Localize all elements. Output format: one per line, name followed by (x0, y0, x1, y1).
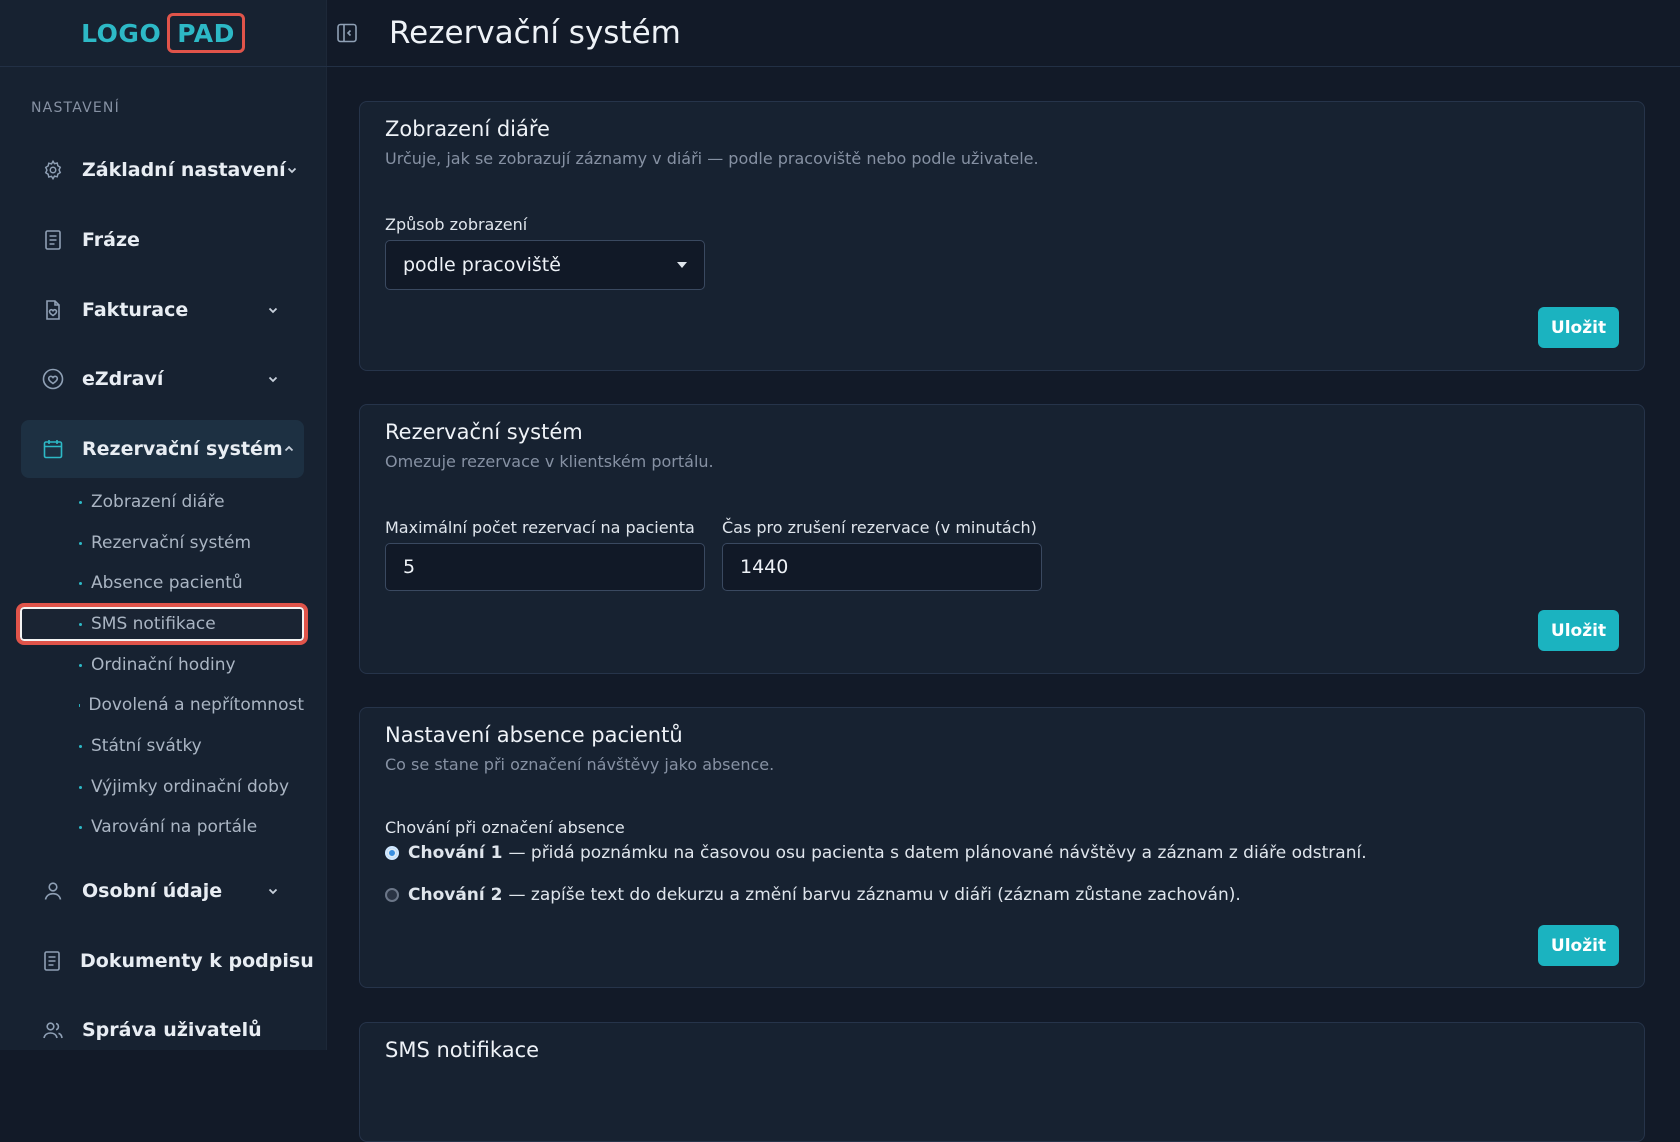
sidebar-subitem-diary-view[interactable]: Zobrazení diáře (21, 485, 304, 519)
bullet-dot (79, 582, 82, 585)
sidebar-item-reservation-system[interactable]: Rezervační systém (21, 420, 304, 478)
user-icon (42, 880, 64, 902)
diary-view-card: Zobrazení diáře Určuje, jak se zobrazují… (359, 101, 1645, 371)
sidebar-subitem-label: Absence pacientů (91, 573, 243, 593)
document-icon (42, 229, 64, 251)
bullet-dot (79, 826, 82, 829)
card-title: Rezervační systém (385, 420, 583, 444)
bullet-dot (79, 786, 82, 789)
sidebar-subitem-sms-notifications[interactable]: SMS notifikace (16, 603, 308, 645)
sidebar-item-invoicing[interactable]: Fakturace (21, 281, 304, 339)
sidebar-item-label: Správa uživatelů (82, 1019, 304, 1041)
radio-button[interactable] (385, 888, 399, 902)
sidebar-subitem-vacation[interactable]: Dovolená a nepřítomnost (21, 688, 304, 722)
sidebar-subitem-label: Státní svátky (91, 736, 202, 756)
option-description: — zapíše text do dekurzu a změní barvu z… (509, 885, 1241, 905)
sidebar-item-phrases[interactable]: Fráze (21, 211, 304, 269)
chevron-down-icon (286, 163, 298, 177)
sidebar-subitem-holidays[interactable]: Státní svátky (21, 729, 304, 763)
sidebar-item-documents-to-sign[interactable]: Dokumenty k podpisu (21, 932, 304, 990)
display-mode-select[interactable]: podle pracoviště (385, 240, 705, 290)
sidebar-item-ezdravi[interactable]: eZdraví (21, 350, 304, 408)
caret-down-icon (677, 262, 687, 268)
sidebar-item-label: Osobní údaje (82, 880, 266, 902)
logo-text-part1: LOGO (81, 19, 161, 48)
bullet-dot (79, 745, 82, 748)
save-button[interactable]: Uložit (1538, 925, 1619, 966)
sidebar: LOGO PAD NASTAVENÍ Základní nastavení Fr… (0, 0, 327, 1050)
sidebar-item-label: Fakturace (82, 299, 266, 321)
option-title: Chování 2 (408, 885, 503, 905)
chevron-down-icon (266, 303, 280, 317)
sidebar-subitem-label: Rezervační systém (91, 533, 251, 553)
chevron-down-icon (266, 884, 280, 898)
sidebar-subitem-label: Zobrazení diáře (91, 492, 225, 512)
max-reservations-input[interactable] (385, 543, 705, 591)
invoice-icon (42, 299, 64, 321)
sidebar-item-label: Dokumenty k podpisu (80, 950, 314, 972)
card-subtitle: Určuje, jak se zobrazují záznamy v diáři… (385, 149, 1039, 168)
sidebar-subitem-hours-exceptions[interactable]: Výjimky ordinační doby (21, 770, 304, 804)
sidebar-subitem-label: Ordinační hodiny (91, 655, 236, 675)
document-icon (42, 950, 62, 972)
sidebar-item-user-management[interactable]: Správa uživatelů (21, 1001, 304, 1059)
logo[interactable]: LOGO PAD (81, 13, 245, 53)
card-title: Nastavení absence pacientů (385, 723, 683, 747)
behavior-1-option[interactable]: Chování 1 — přidá poznámku na časovou os… (385, 843, 1367, 863)
behavior-2-option[interactable]: Chování 2 — zapíše text do dekurzu a změ… (385, 885, 1241, 905)
absence-behavior-label: Chování při označení absence (385, 818, 625, 837)
sidebar-item-label: Rezervační systém (82, 438, 283, 460)
cancel-time-input[interactable] (722, 543, 1042, 591)
sidebar-subitem-office-hours[interactable]: Ordinační hodiny (21, 648, 304, 682)
patient-absence-card: Nastavení absence pacientů Co se stane p… (359, 707, 1645, 988)
sidebar-item-label: Základní nastavení (82, 159, 286, 181)
bullet-dot (79, 501, 82, 504)
bullet-dot (79, 623, 82, 626)
sidebar-subitem-patient-absence[interactable]: Absence pacientů (21, 566, 304, 600)
chevron-down-icon (266, 372, 280, 386)
sidebar-item-basic-settings[interactable]: Základní nastavení (21, 141, 304, 199)
radio-button-checked[interactable] (385, 846, 399, 860)
users-icon (42, 1019, 64, 1041)
sms-notifications-card: SMS notifikace (359, 1022, 1645, 1142)
sidebar-subitem-label: Výjimky ordinační doby (91, 777, 289, 797)
header: Rezervační systém (326, 0, 1680, 67)
sidebar-subitem-reservation-system[interactable]: Rezervační systém (21, 526, 304, 560)
max-reservations-label: Maximální počet rezervací na pacienta (385, 518, 695, 537)
sidebar-subitem-label: Dovolená a nepřítomnost (88, 695, 304, 715)
logo-text-part2: PAD (167, 13, 245, 53)
chevron-up-icon (283, 442, 295, 456)
bullet-dot (79, 664, 82, 667)
display-mode-label: Způsob zobrazení (385, 215, 527, 234)
sidebar-collapse-icon[interactable] (335, 21, 359, 45)
sidebar-item-personal-data[interactable]: Osobní údaje (21, 862, 304, 920)
sidebar-subitem-label: Varování na portále (91, 817, 257, 837)
save-button[interactable]: Uložit (1538, 307, 1619, 348)
sidebar-subitem-portal-warnings[interactable]: Varování na portále (21, 810, 304, 844)
page-title: Rezervační systém (389, 15, 681, 51)
card-title: SMS notifikace (385, 1038, 539, 1062)
option-title: Chování 1 (408, 843, 503, 863)
cancel-time-label: Čas pro zrušení rezervace (v minutách) (722, 518, 1037, 537)
gear-icon (42, 159, 64, 181)
logo-area: LOGO PAD (0, 0, 326, 67)
heart-icon (42, 368, 64, 390)
card-title: Zobrazení diáře (385, 117, 550, 141)
bullet-dot (79, 542, 82, 545)
sidebar-section-label: NASTAVENÍ (31, 100, 120, 116)
display-mode-value: podle pracoviště (403, 254, 677, 276)
card-subtitle: Co se stane při označení návštěvy jako a… (385, 755, 774, 774)
sidebar-item-label: Fráze (82, 229, 304, 251)
card-subtitle: Omezuje rezervace v klientském portálu. (385, 452, 714, 471)
sidebar-item-label: eZdraví (82, 368, 266, 390)
sidebar-subitem-label: SMS notifikace (91, 614, 216, 634)
save-button[interactable]: Uložit (1538, 610, 1619, 651)
reservation-system-card: Rezervační systém Omezuje rezervace v kl… (359, 404, 1645, 674)
option-description: — přidá poznámku na časovou osu pacienta… (509, 843, 1367, 863)
calendar-icon (42, 438, 64, 460)
